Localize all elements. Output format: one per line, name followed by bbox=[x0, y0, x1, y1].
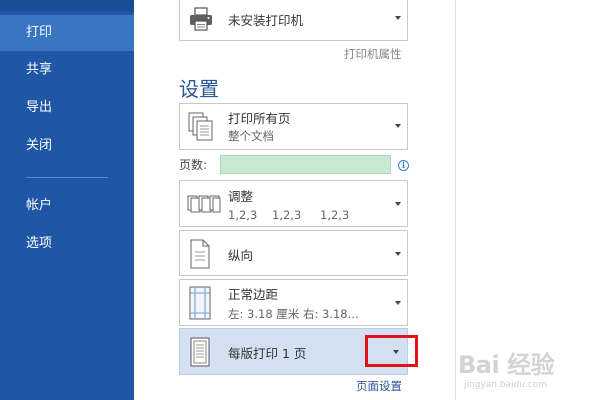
orientation-dropdown[interactable]: 纵向 bbox=[179, 230, 408, 276]
margins-page-icon bbox=[187, 285, 213, 325]
pages-input[interactable] bbox=[220, 155, 391, 174]
chevron-down-icon bbox=[395, 124, 401, 128]
sidebar-item-options[interactable]: 选项 bbox=[0, 226, 134, 262]
collated-copies-icon bbox=[187, 190, 221, 222]
collate-dropdown[interactable]: 调整 1,2,3 1,2,3 1,2,3 bbox=[179, 180, 408, 227]
sidebar-item-share[interactable]: 共享 bbox=[0, 52, 134, 88]
sidebar-divider bbox=[26, 177, 108, 178]
margins-dropdown[interactable]: 正常边距 左: 3.18 厘米 右: 3.18... bbox=[179, 279, 408, 326]
single-page-icon bbox=[187, 336, 213, 372]
pages-per-sheet-title: 每版打印 1 页 bbox=[228, 346, 307, 361]
info-icon[interactable]: i bbox=[398, 160, 409, 171]
printer-name: 未安装打印机 bbox=[228, 13, 304, 28]
watermark-main-text: Bai 经验 bbox=[458, 351, 555, 379]
chevron-down-icon bbox=[395, 16, 401, 20]
backstage-sidebar: 打印 共享 导出 关闭 帐户 选项 bbox=[0, 0, 134, 400]
print-range-subtitle: 整个文档 bbox=[228, 129, 274, 143]
collate-subtitle-2: 1,2,3 bbox=[272, 208, 302, 222]
printer-properties-link[interactable]: 打印机属性 bbox=[344, 46, 402, 62]
collate-subtitle-1: 1,2,3 bbox=[228, 208, 258, 222]
settings-heading: 设置 bbox=[179, 77, 219, 101]
watermark-logo: Bai 经验 jingyan.baidu.com bbox=[458, 345, 598, 395]
page-setup-link[interactable]: 页面设置 bbox=[356, 378, 402, 394]
print-range-dropdown[interactable]: 打印所有页 整个文档 bbox=[179, 103, 408, 150]
sidebar-item-print[interactable]: 打印 bbox=[0, 15, 134, 51]
collate-title: 调整 bbox=[228, 189, 254, 204]
margins-title: 正常边距 bbox=[228, 287, 279, 302]
orientation-title: 纵向 bbox=[228, 248, 254, 263]
sidebar-top-strip bbox=[0, 0, 134, 11]
preview-divider bbox=[455, 0, 456, 400]
collate-subtitle-3: 1,2,3 bbox=[320, 208, 350, 222]
printer-dropdown[interactable]: 未安装打印机 bbox=[179, 0, 408, 41]
print-range-title: 打印所有页 bbox=[228, 111, 291, 126]
chevron-down-icon bbox=[395, 301, 401, 305]
sidebar-item-account[interactable]: 帐户 bbox=[0, 188, 134, 224]
chevron-down-icon bbox=[395, 252, 401, 256]
printer-icon bbox=[187, 5, 215, 37]
sidebar-item-export[interactable]: 导出 bbox=[0, 90, 134, 126]
watermark-sub-text: jingyan.baidu.com bbox=[464, 380, 548, 390]
highlight-box bbox=[365, 335, 418, 367]
portrait-page-icon bbox=[187, 238, 213, 274]
margins-subtitle: 左: 3.18 厘米 右: 3.18... bbox=[228, 307, 359, 321]
sidebar-item-close[interactable]: 关闭 bbox=[0, 128, 134, 164]
pages-stack-icon bbox=[187, 111, 217, 147]
chevron-down-icon bbox=[395, 202, 401, 206]
pages-label: 页数: bbox=[179, 158, 208, 172]
